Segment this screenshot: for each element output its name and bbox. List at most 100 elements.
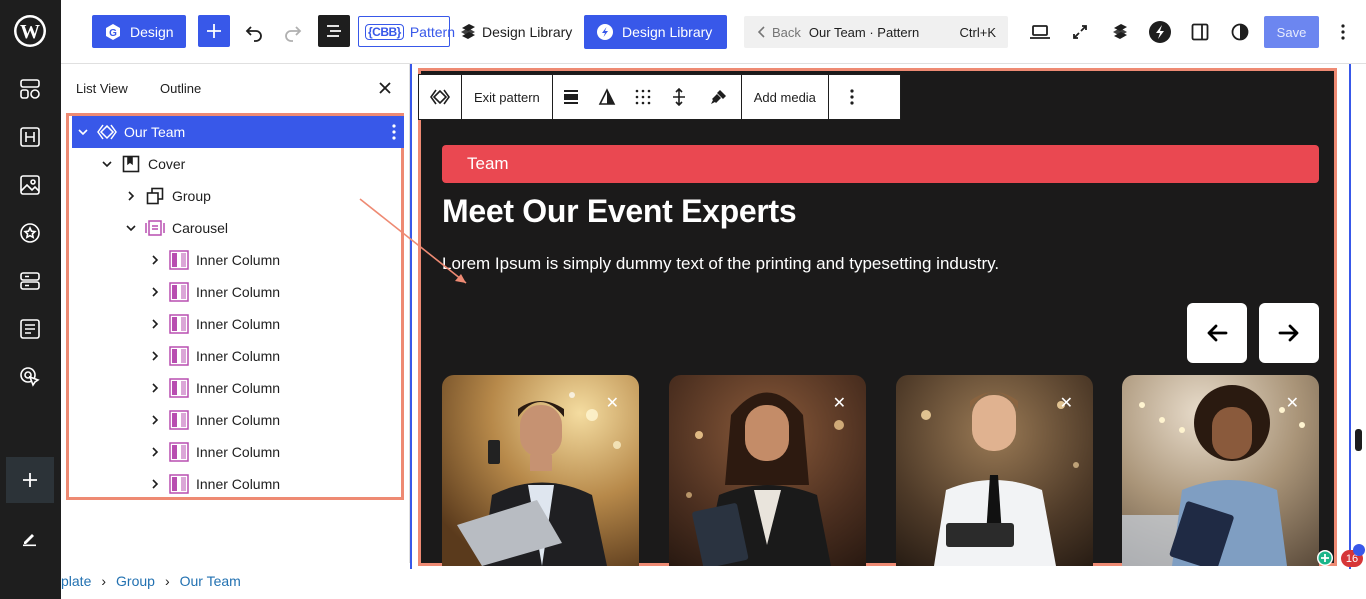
chevron-down-icon[interactable] bbox=[76, 125, 90, 139]
pattern-icon[interactable] bbox=[419, 75, 461, 119]
close-panel-button[interactable] bbox=[378, 81, 392, 95]
plus-icon[interactable] bbox=[6, 457, 54, 503]
design-library-button[interactable]: Design Library bbox=[460, 16, 575, 47]
tree-row-inner-column[interactable]: Inner Column bbox=[72, 436, 404, 468]
tree-row-group[interactable]: Group bbox=[72, 180, 404, 212]
green-plus-icon[interactable] bbox=[1316, 549, 1334, 567]
device-preview-button[interactable] bbox=[1024, 16, 1056, 48]
exit-pattern-button[interactable]: Exit pattern bbox=[462, 90, 552, 105]
chevron-down-icon[interactable] bbox=[100, 157, 114, 171]
tree-row-inner-column[interactable]: Inner Column bbox=[72, 468, 404, 500]
pattern-button[interactable]: {CBB} Pattern bbox=[358, 16, 455, 47]
team-card[interactable]: ✕ bbox=[896, 375, 1093, 566]
list-view-icon bbox=[327, 25, 341, 37]
team-card[interactable]: ✕ bbox=[442, 375, 639, 566]
tree-row-inner-column[interactable]: Inner Column bbox=[72, 276, 404, 308]
star-icon[interactable] bbox=[10, 213, 50, 253]
design-button[interactable]: G Design bbox=[92, 15, 186, 48]
chevron-right-icon[interactable] bbox=[148, 253, 162, 267]
chevron-right-icon[interactable] bbox=[148, 285, 162, 299]
breadcrumb-item[interactable]: Group bbox=[116, 573, 155, 589]
tree-row-label: Inner Column bbox=[196, 412, 281, 428]
style-brush-icon[interactable] bbox=[697, 75, 741, 119]
cursor-click-icon[interactable] bbox=[10, 357, 50, 397]
group-icon bbox=[144, 185, 166, 207]
more-vertical-icon[interactable] bbox=[829, 75, 875, 119]
chevron-right-icon[interactable] bbox=[148, 381, 162, 395]
list-view-toggle[interactable] bbox=[318, 15, 350, 47]
chevron-right-icon[interactable] bbox=[124, 189, 138, 203]
tree-row-cover[interactable]: Cover bbox=[72, 148, 404, 180]
team-card[interactable]: ✕ bbox=[1122, 375, 1319, 566]
chevron-right-icon[interactable] bbox=[148, 477, 162, 491]
undo-button[interactable] bbox=[238, 16, 270, 48]
arrow-left-icon bbox=[1207, 324, 1228, 342]
block-type-segment bbox=[419, 75, 462, 119]
team-label-pill[interactable]: Team bbox=[442, 145, 1319, 183]
tree-row-label: Inner Column bbox=[196, 476, 281, 492]
fullscreen-button[interactable] bbox=[1064, 16, 1096, 48]
carousel-next-button[interactable] bbox=[1259, 303, 1319, 363]
wordpress-logo-icon[interactable]: W bbox=[10, 11, 50, 51]
tree-row-inner-column[interactable]: Inner Column bbox=[72, 244, 404, 276]
tab-list-view[interactable]: List View bbox=[76, 81, 128, 96]
save-button[interactable]: Save bbox=[1264, 16, 1319, 48]
tree-row-label: Inner Column bbox=[196, 348, 281, 364]
design-library-active-label: Design Library bbox=[622, 24, 713, 40]
pencil-icon[interactable] bbox=[10, 518, 50, 558]
layout-icon[interactable] bbox=[10, 69, 50, 109]
remove-card-icon[interactable]: ✕ bbox=[1286, 393, 1299, 413]
tree-row-label: Inner Column bbox=[196, 444, 281, 460]
heading-icon[interactable] bbox=[10, 117, 50, 157]
more-vertical-icon[interactable] bbox=[392, 124, 396, 140]
remove-card-icon[interactable]: ✕ bbox=[833, 393, 846, 413]
breadcrumb-item[interactable]: Our Team bbox=[180, 573, 241, 589]
form-icon[interactable] bbox=[10, 309, 50, 349]
chevron-right-icon[interactable] bbox=[148, 317, 162, 331]
command-palette[interactable]: Back Our Team · Pattern Ctrl+K bbox=[744, 16, 1008, 48]
remove-card-icon[interactable]: ✕ bbox=[1060, 393, 1073, 413]
sections-icon[interactable] bbox=[10, 261, 50, 301]
column-icon bbox=[168, 281, 190, 303]
contrast-triangle-icon[interactable] bbox=[589, 75, 625, 119]
list-view-panel: List View Outline Our Team Cover Group Caro… bbox=[61, 64, 410, 599]
canvas-scrollbar[interactable] bbox=[1355, 429, 1362, 451]
styles-button[interactable] bbox=[1224, 16, 1256, 48]
vertical-spacing-icon[interactable] bbox=[661, 75, 697, 119]
stackable-button[interactable] bbox=[1104, 16, 1136, 48]
carousel-prev-button[interactable] bbox=[1187, 303, 1247, 363]
tree-row-inner-column[interactable]: Inner Column bbox=[72, 372, 404, 404]
section-heading[interactable]: Meet Our Event Experts bbox=[442, 193, 797, 230]
settings-sidebar-toggle[interactable] bbox=[1184, 16, 1216, 48]
chevron-right-icon[interactable] bbox=[148, 413, 162, 427]
design-library-active-button[interactable]: Design Library bbox=[584, 15, 727, 49]
add-block-button[interactable] bbox=[198, 15, 230, 47]
add-media-button[interactable]: Add media bbox=[742, 90, 828, 105]
chevron-right-icon[interactable] bbox=[148, 349, 162, 363]
remove-card-icon[interactable]: ✕ bbox=[606, 393, 619, 413]
redo-button[interactable] bbox=[277, 16, 309, 48]
options-button[interactable] bbox=[1327, 16, 1359, 48]
tree-row-our-team[interactable]: Our Team bbox=[72, 116, 404, 148]
plugin-button[interactable] bbox=[1144, 16, 1176, 48]
tab-outline[interactable]: Outline bbox=[160, 81, 201, 96]
tree-row-inner-column[interactable]: Inner Column bbox=[72, 308, 404, 340]
breadcrumb-item[interactable]: plate bbox=[61, 573, 91, 589]
tree-row-carousel[interactable]: Carousel bbox=[72, 212, 404, 244]
tree-row-inner-column[interactable]: Inner Column bbox=[72, 340, 404, 372]
chevron-right-icon[interactable] bbox=[148, 445, 162, 459]
section-description[interactable]: Lorem Ipsum is simply dummy text of the … bbox=[442, 254, 999, 274]
tree-row-inner-column[interactable]: Inner Column bbox=[72, 404, 404, 436]
grid-dots-icon[interactable] bbox=[625, 75, 661, 119]
pattern-button-label: Pattern bbox=[409, 23, 455, 40]
sidebar-icon bbox=[1191, 23, 1209, 41]
expand-icon bbox=[1073, 25, 1087, 39]
block-tools-segment bbox=[553, 75, 742, 119]
tree-row-label: Group bbox=[172, 188, 211, 204]
team-card[interactable]: ✕ bbox=[669, 375, 866, 566]
back-link[interactable]: Back bbox=[758, 25, 801, 40]
chevron-down-icon[interactable] bbox=[124, 221, 138, 235]
design-library-label: Design Library bbox=[482, 23, 573, 40]
image-icon[interactable] bbox=[10, 165, 50, 205]
align-full-icon[interactable] bbox=[553, 75, 589, 119]
